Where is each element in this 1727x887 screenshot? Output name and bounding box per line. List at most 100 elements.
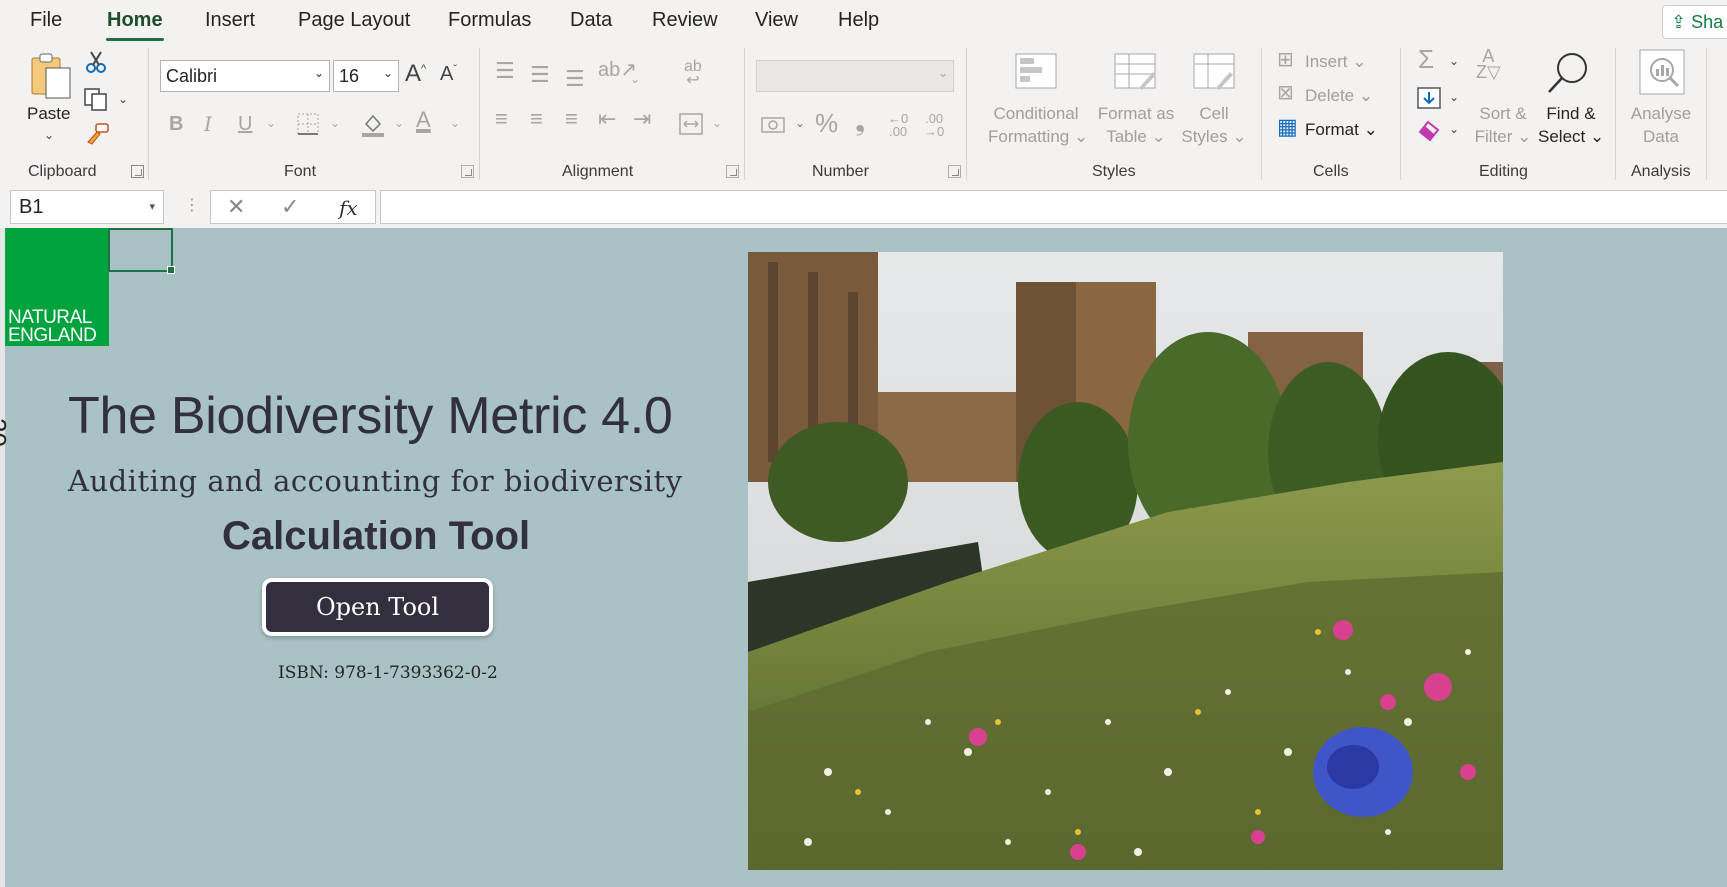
delete-cells-icon: ⊠: [1277, 82, 1294, 104]
clear-dropdown-icon[interactable]: ⌄: [1449, 122, 1459, 136]
font-color-dropdown-icon[interactable]: ⌄: [450, 116, 460, 130]
grow-font-icon[interactable]: A^: [405, 62, 426, 86]
tab-file[interactable]: File: [30, 9, 62, 32]
clipboard-launcher-icon[interactable]: [131, 165, 144, 178]
editing-group-label: Editing: [1479, 163, 1528, 180]
format-as-table-button[interactable]: Format as Table ⌄: [1094, 102, 1178, 148]
tab-home[interactable]: Home: [106, 9, 164, 41]
copy-icon[interactable]: [83, 87, 109, 111]
paste-button[interactable]: Paste: [27, 102, 70, 125]
align-left-icon[interactable]: ≡: [495, 108, 508, 130]
autosum-dropdown-icon[interactable]: ⌄: [1449, 54, 1459, 68]
name-box[interactable]: B1 ▾: [10, 190, 164, 224]
tab-view[interactable]: View: [755, 9, 798, 32]
decrease-indent-icon[interactable]: ⇤: [598, 108, 616, 130]
align-middle-icon[interactable]: ☰: [530, 64, 550, 86]
find-icon[interactable]: [1545, 50, 1591, 96]
cut-icon[interactable]: [85, 50, 107, 74]
number-group-label: Number: [812, 163, 869, 180]
sort-filter-icon[interactable]: A Z▽: [1476, 47, 1501, 81]
find-select-button[interactable]: Find & Select ⌄: [1538, 102, 1604, 148]
wrap-text-icon[interactable]: ab ↩: [684, 59, 702, 89]
share-button[interactable]: ⇪ Sha: [1662, 5, 1727, 39]
delete-cells-button[interactable]: Delete ⌄: [1305, 84, 1373, 107]
align-top-icon[interactable]: ☰: [495, 60, 515, 82]
borders-dropdown-icon[interactable]: ⌄: [330, 116, 340, 130]
tab-formulas[interactable]: Formulas: [448, 9, 531, 32]
group-divider: [1400, 48, 1401, 180]
paste-icon[interactable]: [30, 52, 74, 100]
fill-color-dropdown-icon[interactable]: ⌄: [394, 116, 404, 130]
fill-dropdown-icon[interactable]: ⌄: [1449, 90, 1459, 104]
format-cells-icon: ▦: [1277, 114, 1298, 139]
sort-filter-button[interactable]: Sort & Filter ⌄: [1470, 102, 1536, 148]
fill-icon[interactable]: [1416, 86, 1442, 110]
number-format-select[interactable]: ⌄: [756, 60, 954, 92]
currency-dropdown-icon[interactable]: ⌄: [795, 116, 805, 130]
cell-styles-icon[interactable]: [1192, 52, 1236, 92]
more-options-icon[interactable]: ⋮: [184, 195, 200, 215]
conditional-formatting-button[interactable]: Conditional Formatting ⌄: [988, 102, 1088, 148]
underline-button[interactable]: U: [238, 114, 252, 134]
format-painter-icon[interactable]: [84, 122, 110, 146]
shrink-font-icon[interactable]: Aˇ: [440, 64, 457, 84]
insert-function-button[interactable]: fx: [339, 196, 358, 220]
chevron-down-icon: ⌄: [313, 66, 324, 80]
bold-button[interactable]: B: [169, 114, 183, 134]
merge-center-icon[interactable]: [678, 112, 704, 136]
group-divider: [479, 48, 480, 180]
font-launcher-icon[interactable]: [461, 165, 474, 178]
underline-dropdown-icon[interactable]: ⌄: [266, 116, 276, 130]
increase-decimal-icon[interactable]: ←0.00: [888, 112, 908, 138]
enter-icon[interactable]: ✓: [281, 194, 299, 220]
decrease-decimal-icon[interactable]: .00 →0: [924, 112, 944, 138]
selected-cell-b1[interactable]: [108, 228, 175, 274]
align-center-icon[interactable]: ≡: [530, 108, 543, 130]
alignment-launcher-icon[interactable]: [726, 165, 739, 178]
analyse-data-button[interactable]: Analyse Data: [1624, 102, 1698, 148]
font-size-select[interactable]: 16 ⌄: [333, 60, 399, 92]
cover-photo: [748, 252, 1503, 870]
currency-icon[interactable]: [760, 114, 788, 136]
percent-button[interactable]: %: [815, 110, 838, 136]
insert-cells-button[interactable]: Insert ⌄: [1305, 50, 1367, 73]
italic-button[interactable]: I: [204, 114, 212, 134]
tab-insert[interactable]: Insert: [205, 9, 255, 32]
fill-color-icon[interactable]: [360, 110, 386, 138]
vertical-label: 20: [0, 418, 12, 447]
tab-review[interactable]: Review: [652, 9, 718, 32]
chevron-down-icon: ⌄: [382, 66, 393, 80]
analyse-data-icon[interactable]: [1638, 48, 1686, 96]
natural-england-logo: NATURAL ENGLAND: [5, 228, 109, 346]
conditional-formatting-icon[interactable]: [1014, 52, 1058, 90]
orientation-dropdown-icon[interactable]: ⌄: [630, 72, 640, 86]
ribbon-tab-bar: File Home Insert Page Layout Formulas Da…: [0, 0, 1727, 42]
tab-data[interactable]: Data: [570, 9, 612, 32]
cancel-icon[interactable]: ✕: [227, 194, 245, 220]
open-tool-button[interactable]: Open Tool: [262, 578, 493, 636]
formula-input[interactable]: [380, 190, 1727, 224]
share-icon: ⇪: [1671, 12, 1692, 32]
formula-bar: B1 ▾ ⋮ ✕ ✓ fx: [0, 186, 1727, 228]
font-color-icon[interactable]: A: [416, 109, 431, 131]
cell-styles-button[interactable]: Cell Styles ⌄: [1178, 102, 1250, 148]
styles-group-label: Styles: [1092, 163, 1136, 180]
increase-indent-icon[interactable]: ⇥: [633, 108, 651, 130]
paste-dropdown-icon[interactable]: ⌄: [44, 128, 54, 142]
font-name-select[interactable]: Calibri ⌄: [160, 60, 330, 92]
align-right-icon[interactable]: ≡: [565, 108, 578, 130]
clear-icon[interactable]: [1416, 118, 1442, 142]
tab-page-layout[interactable]: Page Layout: [298, 9, 410, 32]
merge-dropdown-icon[interactable]: ⌄: [712, 116, 722, 130]
number-launcher-icon[interactable]: [948, 165, 961, 178]
borders-icon[interactable]: [296, 112, 320, 136]
align-bottom-icon[interactable]: ☰: [565, 68, 585, 90]
copy-dropdown-icon[interactable]: ⌄: [118, 92, 128, 106]
autosum-icon[interactable]: Σ: [1418, 46, 1434, 72]
format-as-table-icon[interactable]: [1113, 52, 1157, 92]
share-label: Sha: [1691, 12, 1724, 32]
font-size-value: 16: [339, 66, 360, 86]
format-cells-button[interactable]: Format ⌄: [1305, 118, 1378, 141]
comma-style-button[interactable]: ❟: [855, 108, 865, 134]
tab-help[interactable]: Help: [838, 9, 879, 32]
